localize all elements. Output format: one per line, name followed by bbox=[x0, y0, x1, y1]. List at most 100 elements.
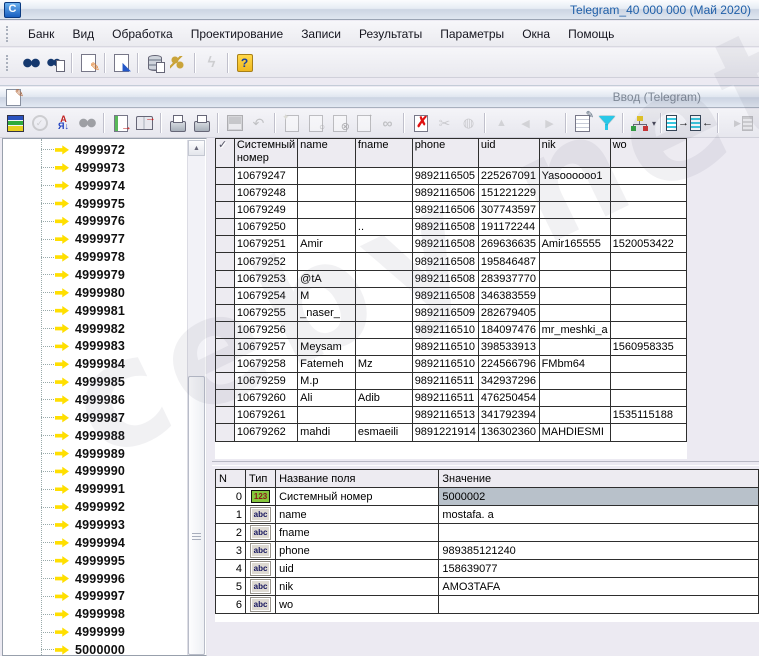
table-cell[interactable] bbox=[610, 219, 686, 236]
field-name[interactable]: phone bbox=[276, 542, 439, 560]
tree-item[interactable]: 4999995 bbox=[3, 552, 188, 570]
table-cell[interactable]: 184097476 bbox=[478, 321, 539, 338]
table-cell[interactable] bbox=[610, 356, 686, 373]
table-cell[interactable]: 283937770 bbox=[478, 270, 539, 287]
table-cell[interactable]: 10679262 bbox=[234, 424, 297, 441]
column-header-5[interactable]: nik bbox=[539, 139, 610, 168]
field-value[interactable]: mostafa. a bbox=[439, 506, 759, 524]
table-cell[interactable]: 9892116508 bbox=[412, 287, 478, 304]
table-cell[interactable]: 10679261 bbox=[234, 407, 297, 424]
tree-item[interactable]: 4999998 bbox=[3, 605, 188, 623]
table-cell[interactable]: 10679248 bbox=[234, 185, 297, 202]
tree-item[interactable]: 4999985 bbox=[3, 373, 188, 391]
table-cell[interactable]: 9892116508 bbox=[412, 270, 478, 287]
tree-item[interactable]: 4999987 bbox=[3, 409, 188, 427]
table-cell[interactable] bbox=[355, 304, 412, 321]
column-header-4[interactable]: uid bbox=[478, 139, 539, 168]
print-record-icon[interactable] bbox=[166, 112, 189, 134]
table-cell[interactable]: 307743597 bbox=[478, 202, 539, 219]
table-cell[interactable]: 1560958335 bbox=[610, 338, 686, 355]
table-cell[interactable]: 398533913 bbox=[478, 338, 539, 355]
toolbar-grip[interactable] bbox=[6, 26, 11, 42]
table-cell[interactable] bbox=[355, 236, 412, 253]
table-cell[interactable]: 195846487 bbox=[478, 253, 539, 270]
column-header-2[interactable]: fname bbox=[355, 139, 412, 168]
table-cell[interactable]: 476250454 bbox=[478, 390, 539, 407]
field-name[interactable]: Системный номер bbox=[276, 488, 439, 506]
row-selector[interactable] bbox=[216, 356, 235, 373]
field-value[interactable]: 989385121240 bbox=[439, 542, 759, 560]
table-cell[interactable]: Mz bbox=[355, 356, 412, 373]
tree-item[interactable]: 4999991 bbox=[3, 480, 188, 498]
tree-item[interactable]: 4999974 bbox=[3, 177, 188, 195]
import-table-icon[interactable] bbox=[690, 112, 713, 134]
field-value[interactable]: 158639077 bbox=[439, 560, 759, 578]
row-selector[interactable] bbox=[216, 287, 235, 304]
menu-item-0[interactable]: Банк bbox=[19, 23, 63, 45]
table-cell[interactable] bbox=[355, 373, 412, 390]
table-cell[interactable]: 9892116508 bbox=[412, 253, 478, 270]
table-cell[interactable] bbox=[539, 287, 610, 304]
table-cell[interactable]: 10679252 bbox=[234, 253, 297, 270]
table-cell[interactable]: .. bbox=[355, 219, 412, 236]
tree-item[interactable]: 4999990 bbox=[3, 462, 188, 480]
table-cell[interactable]: 9892116511 bbox=[412, 373, 478, 390]
table-cell[interactable]: _naser_ bbox=[298, 304, 356, 321]
table-cell[interactable]: Ali bbox=[298, 390, 356, 407]
table-cell[interactable]: 151221229 bbox=[478, 185, 539, 202]
column-header-3[interactable]: phone bbox=[412, 139, 478, 168]
table-cell[interactable] bbox=[355, 270, 412, 287]
detail-column-header-3[interactable]: Значение bbox=[439, 470, 759, 488]
table-cell[interactable]: 9892116506 bbox=[412, 202, 478, 219]
database-utilities-icon[interactable] bbox=[143, 52, 166, 74]
table-cell[interactable]: 10679256 bbox=[234, 321, 297, 338]
tree-item[interactable]: 5000000 bbox=[3, 641, 188, 656]
tree-item[interactable]: 4999992 bbox=[3, 498, 188, 516]
tree-scrollbar[interactable] bbox=[187, 140, 205, 655]
tree-item[interactable]: 4999984 bbox=[3, 355, 188, 373]
table-cell[interactable]: @tA bbox=[298, 270, 356, 287]
table-cell[interactable] bbox=[355, 253, 412, 270]
row-selector[interactable] bbox=[216, 270, 235, 287]
view-mode-icon[interactable] bbox=[4, 112, 27, 134]
edit-note-icon[interactable] bbox=[77, 52, 100, 74]
table-cell[interactable]: 224566796 bbox=[478, 356, 539, 373]
field-name[interactable]: uid bbox=[276, 560, 439, 578]
sort-az-icon[interactable] bbox=[52, 112, 75, 134]
table-cell[interactable]: 269636635 bbox=[478, 236, 539, 253]
table-cell[interactable]: 282679405 bbox=[478, 304, 539, 321]
properties-icon[interactable] bbox=[571, 112, 594, 134]
row-selector[interactable] bbox=[216, 236, 235, 253]
table-cell[interactable]: 9891221914 bbox=[412, 424, 478, 441]
table-cell[interactable]: 10679251 bbox=[234, 236, 297, 253]
table-cell[interactable]: 9892116505 bbox=[412, 168, 478, 185]
field-value[interactable]: 5000002 bbox=[439, 488, 759, 506]
tree-item[interactable]: 4999996 bbox=[3, 570, 188, 588]
access-keys-icon[interactable] bbox=[167, 52, 190, 74]
table-cell[interactable] bbox=[610, 304, 686, 321]
table-cell[interactable]: FMbm64 bbox=[539, 356, 610, 373]
table-cell[interactable]: 9892116508 bbox=[412, 219, 478, 236]
table-cell[interactable] bbox=[539, 373, 610, 390]
menu-item-7[interactable]: Окна bbox=[513, 23, 559, 45]
row-selector[interactable] bbox=[216, 373, 235, 390]
tree-item[interactable]: 4999979 bbox=[3, 266, 188, 284]
table-cell[interactable]: Fatemeh bbox=[298, 356, 356, 373]
detail-column-header-0[interactable]: N bbox=[216, 470, 246, 488]
table-cell[interactable] bbox=[539, 202, 610, 219]
tree-item[interactable]: 4999977 bbox=[3, 230, 188, 248]
table-cell[interactable] bbox=[298, 407, 356, 424]
field-name[interactable]: name bbox=[276, 506, 439, 524]
table-cell[interactable]: 10679260 bbox=[234, 390, 297, 407]
row-selector[interactable] bbox=[216, 219, 235, 236]
menu-item-4[interactable]: Записи bbox=[292, 23, 350, 45]
column-header-6[interactable]: wo bbox=[610, 139, 686, 168]
table-cell[interactable] bbox=[610, 185, 686, 202]
table-cell[interactable]: 10679254 bbox=[234, 287, 297, 304]
toolbar-grip[interactable] bbox=[6, 55, 11, 71]
row-selector[interactable] bbox=[216, 185, 235, 202]
field-value[interactable]: AMO3TAFA bbox=[439, 578, 759, 596]
table-cell[interactable]: 346383559 bbox=[478, 287, 539, 304]
table-cell[interactable]: 10679257 bbox=[234, 338, 297, 355]
table-cell[interactable] bbox=[355, 407, 412, 424]
